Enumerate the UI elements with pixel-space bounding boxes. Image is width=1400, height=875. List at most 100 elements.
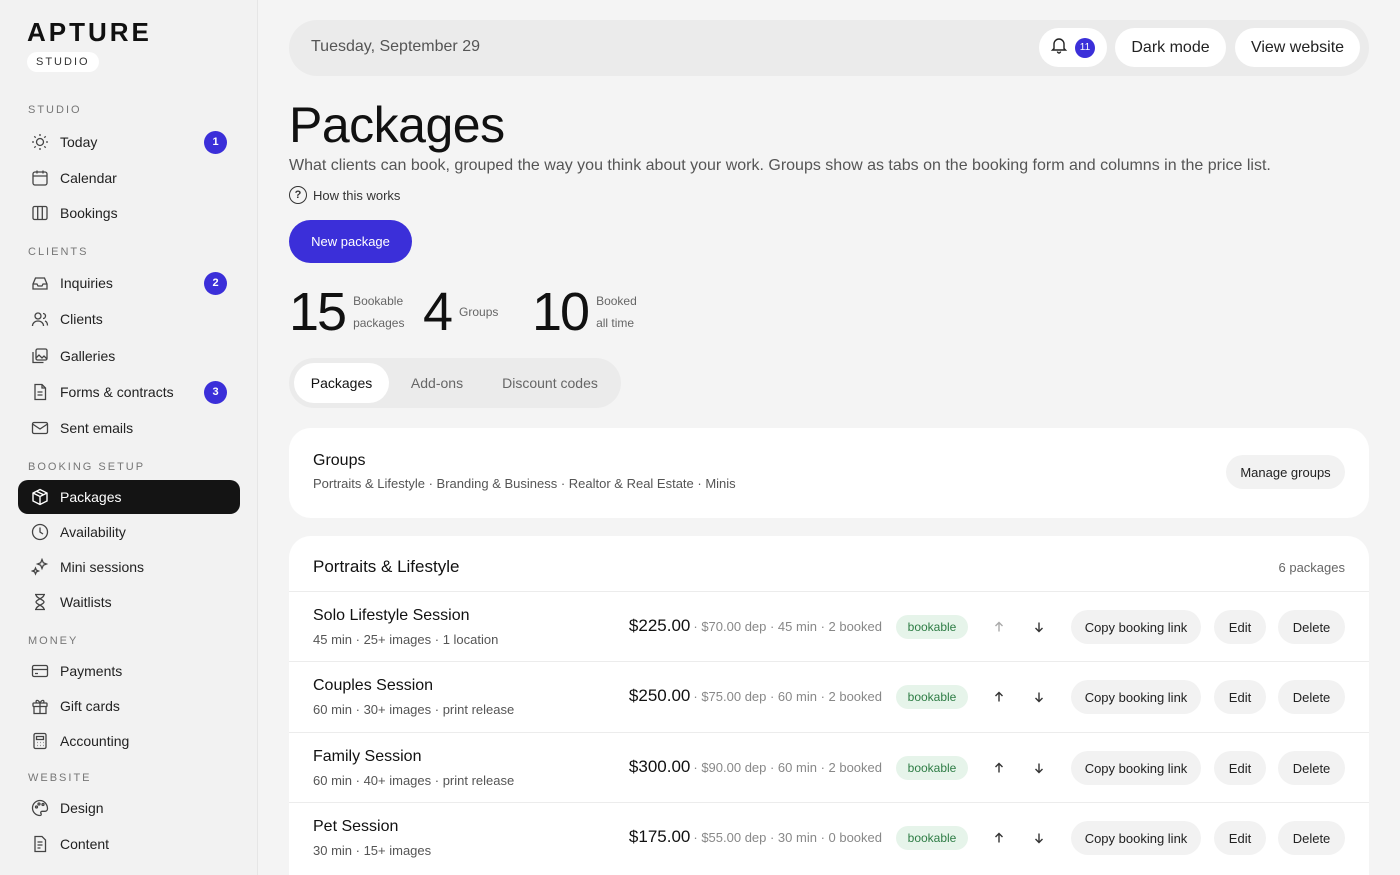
sidebar-item-availability[interactable]: Availability [18,515,240,549]
delete-button[interactable]: Delete [1278,610,1345,644]
sidebar-item-packages[interactable]: Packages [18,480,240,514]
move-down-icon[interactable] [1029,617,1049,637]
stat-label: Bookable packages [353,294,405,330]
gallery-icon [30,346,50,366]
package-price: $300.00 [628,757,691,776]
package-pricing: $175.00 · $55.00 dep · 30 min · 0 booked [629,827,882,847]
page-subtitle: What clients can book, grouped the way y… [289,157,1271,174]
sidebar-item-accounting[interactable]: Accounting [18,724,240,758]
sidebar-item-galleries[interactable]: Galleries [18,339,240,373]
logo[interactable]: APTURE STUDIO [27,19,152,72]
edit-button[interactable]: Edit [1214,751,1266,785]
sidebar-item-label: Galleries [60,348,116,364]
page-title: Packages [289,97,505,153]
copy-booking-link-button[interactable]: Copy booking link [1071,610,1201,644]
view-website-button[interactable]: View website [1235,28,1360,67]
sidebar-item-today[interactable]: Today 1 [18,125,240,159]
move-up-icon[interactable] [989,758,1009,778]
section-label-money: Money [28,635,79,647]
copy-booking-link-button[interactable]: Copy booking link [1071,680,1201,714]
sidebar-item-bookings[interactable]: Bookings [18,196,240,230]
copy-booking-link-button[interactable]: Copy booking link [1071,751,1201,785]
sidebar-item-label: Packages [60,489,122,505]
package-count: 6 packages [1278,560,1346,575]
move-up-icon[interactable] [989,687,1009,707]
package-group-title: Portraits & Lifestyle [313,557,460,576]
stat-value: 10 [532,282,590,342]
sidebar-item-calendar[interactable]: Calendar [18,161,240,195]
today-count-badge: 1 [204,130,227,154]
bookable-badge: bookable [896,615,968,639]
package-tabs: Packages Add-ons Discount codes [289,358,621,408]
sidebar-item-mini-sessions[interactable]: Mini sessions [18,550,240,584]
sidebar-item-label: Gift cards [60,698,120,714]
edit-button[interactable]: Edit [1214,610,1266,644]
sidebar-item-inquiries[interactable]: Inquiries 2 [18,266,240,300]
delete-button[interactable]: Delete [1278,680,1345,714]
notifications-button[interactable]: 11 [1039,28,1107,67]
sidebar-item-clients[interactable]: Clients [18,302,240,336]
logo-badge: STUDIO [27,52,99,72]
move-down-icon[interactable] [1029,828,1049,848]
sidebar-item-label: Today [60,134,98,150]
package-pricing: $300.00 · $90.00 dep · 60 min · 2 booked [629,757,882,777]
stat-groups: 4 Groups [423,282,498,342]
move-up-icon[interactable] [989,828,1009,848]
sidebar-item-payments[interactable]: Payments [18,654,240,688]
forms-count-badge: 3 [204,380,227,404]
dark-mode-button[interactable]: Dark mode [1115,28,1226,67]
sidebar: APTURE STUDIO Studio Today 1 Calendar Bo… [0,0,258,875]
sidebar-item-design[interactable]: Design [18,791,240,825]
sidebar-item-label: Design [60,800,104,816]
sidebar-item-waitlists[interactable]: Waitlists [18,585,240,619]
tab-add-ons[interactable]: Add-ons [394,363,480,403]
sidebar-item-label: Sent emails [60,420,134,436]
notification-count-badge: 11 [1075,37,1095,58]
bookable-badge: bookable [896,826,968,850]
package-name: Family Session [313,748,422,765]
package-pricing: $225.00 · $70.00 dep · 45 min · 2 booked [629,616,882,636]
sidebar-item-content[interactable]: Content [18,827,240,861]
columns-icon [30,203,50,223]
edit-button[interactable]: Edit [1214,821,1266,855]
palette-icon [30,798,50,818]
calendar-icon [30,168,50,188]
package-name: Pet Session [313,818,399,835]
stat-bookable-packages: 15 Bookable packages [289,282,404,342]
document-icon [30,382,50,402]
package-meta: 30 min · 15+ images [313,843,432,858]
sidebar-item-label: Mini sessions [60,559,145,575]
inquiries-count-badge: 2 [204,271,227,295]
groups-card: Groups Portraits & Lifestyle · Branding … [289,428,1369,518]
package-list-card: Portraits & Lifestyle 6 packages Solo Li… [289,536,1369,875]
stat-value: 15 [289,282,347,342]
sidebar-item-sent-emails[interactable]: Sent emails [18,411,240,445]
sidebar-item-label: Availability [60,524,126,540]
sidebar-item-forms-contracts[interactable]: Forms & contracts 3 [18,375,240,409]
copy-booking-link-button[interactable]: Copy booking link [1071,821,1201,855]
manage-groups-button[interactable]: Manage groups [1226,455,1345,489]
delete-button[interactable]: Delete [1278,751,1345,785]
delete-button[interactable]: Delete [1278,821,1345,855]
how-this-works-label: How this works [313,187,401,203]
sun-icon [30,132,50,152]
sidebar-item-label: Payments [60,663,123,679]
inbox-icon [30,273,50,293]
move-up-icon[interactable] [989,617,1009,637]
tab-discount-codes[interactable]: Discount codes [486,363,614,403]
sparkle-icon [30,557,50,577]
how-this-works-link[interactable]: ? How this works [289,186,400,204]
new-package-button[interactable]: New package [289,220,412,263]
move-down-icon[interactable] [1029,758,1049,778]
package-price: $225.00 [628,616,691,635]
package-icon [30,487,50,507]
bookable-badge: bookable [896,756,968,780]
edit-button[interactable]: Edit [1214,680,1266,714]
sidebar-item-label: Forms & contracts [60,384,174,400]
sidebar-item-gift-cards[interactable]: Gift cards [18,689,240,723]
tab-packages[interactable]: Packages [294,363,389,403]
move-down-icon[interactable] [1029,687,1049,707]
sidebar-item-label: Accounting [60,733,130,749]
package-price-detail: · $75.00 dep · 60 min · 2 booked [693,689,882,704]
section-label-booking-setup: Booking setup [28,461,146,473]
